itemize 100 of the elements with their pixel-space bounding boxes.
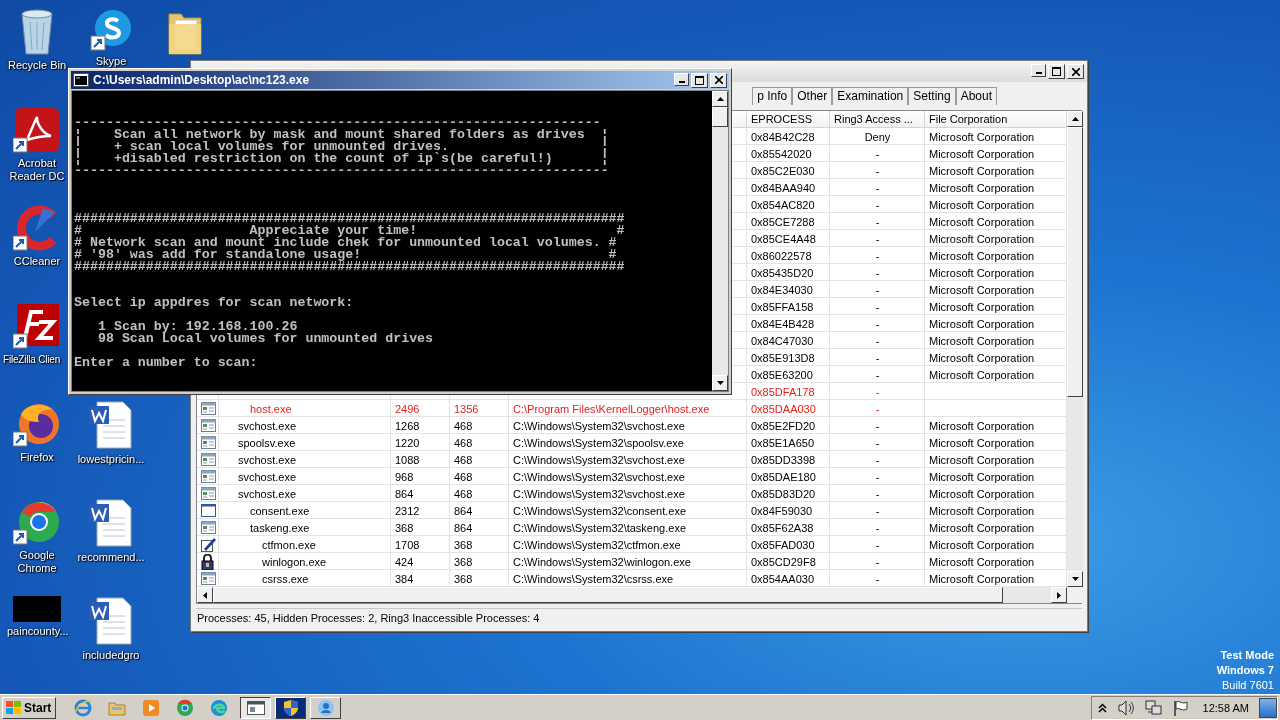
pid-cell-text: 968 [395,469,414,485]
desktop-icon-label[interactable]: Google Chrome [7,549,67,575]
process-name: svchost.exe [238,486,297,502]
desktop-icon-label[interactable]: FileZilla Clien [3,353,60,366]
flag-icon[interactable] [1172,699,1189,716]
image-path-cell-text: C:\Windows\System32\spoolsv.exe [513,435,684,451]
parent-pid-cell-text: 368 [454,554,473,570]
file-corporation-cell-text: Microsoft Corporation [929,265,1035,281]
parent-pid-cell-text: 864 [454,503,473,519]
maximize-button[interactable] [1048,64,1065,79]
tab[interactable]: p Info [752,87,793,105]
word-document-icon[interactable] [87,596,135,646]
ring3-access-cell-text: - [875,452,880,468]
tab[interactable]: About [955,87,997,105]
file-corporation-cell-text: Microsoft Corporation [929,452,1035,468]
person-task-button[interactable] [310,696,342,719]
column-header[interactable]: EPROCESS [747,111,830,128]
desktop-icon-label[interactable]: Recycle Bin [7,59,67,72]
filezilla-icon[interactable] [13,302,61,350]
desktop-icon-label[interactable]: paincounty... [7,625,67,638]
file-corporation-cell-text: Microsoft Corporation [929,469,1035,485]
process-name: host.exe [250,401,292,417]
column-header[interactable]: Ring3 Access ... [830,111,925,128]
scroll-thumb[interactable] [1067,127,1083,397]
padlock-icon [201,553,214,570]
program-window-icon [201,419,216,432]
window-task-button[interactable] [240,696,272,719]
parent-pid-cell-text: 468 [454,435,473,451]
parent-pid-cell-text: 368 [454,537,473,553]
minimize-button[interactable] [1031,64,1046,77]
minimize-button[interactable] [674,72,689,86]
image-thumbnail-icon[interactable] [13,596,61,622]
file-corporation-cell-text: Microsoft Corporation [929,129,1035,145]
caret-up-icon[interactable] [1097,702,1107,713]
maximize-icon [695,75,704,85]
eprocess-cell-text: 0x85F62A38 [751,520,814,536]
eprocess-cell-text: 0x84E4B428 [751,316,814,332]
windows-logo-icon [6,700,22,715]
tab[interactable]: Other [792,87,833,105]
close-button[interactable] [710,72,727,88]
maximize-button[interactable] [691,72,708,88]
desktop-icon-label[interactable]: lowestpricin... [77,453,145,466]
process-name: csrss.exe [262,571,309,587]
start-button[interactable]: Start [2,696,57,719]
ring3-access-cell-text: - [875,248,880,264]
desktop-icon-label[interactable]: recommend... [77,551,145,564]
word-document-icon[interactable] [87,498,135,548]
ring3-access-cell-text: - [875,350,880,366]
close-icon [1071,67,1080,76]
process-name: svchost.exe [238,469,297,485]
ring3-access-cell-text: - [875,537,880,553]
shield-icon [282,698,299,717]
show-desktop-button[interactable] [1259,697,1277,718]
process-name: consent.exe [250,503,310,519]
file-corporation-cell-text: Microsoft Corporation [929,248,1035,264]
scroll-thumb[interactable] [712,107,728,127]
console-line: ¦ + scan local volumes for unmounted drives. ¦ [74,141,610,153]
file-corporation-cell-text: Microsoft Corporation [929,282,1035,298]
console-line: Select ip appdres for scan network: [74,297,355,309]
eprocess-cell-text: 0x85FFA158 [751,299,814,315]
file-corporation-cell-text: Microsoft Corporation [929,299,1035,315]
tab[interactable]: Setting [908,87,956,105]
eprocess-cell-text: 0x85E1A650 [751,435,814,451]
vertical-scrollbar[interactable] [1067,111,1083,587]
eprocess-cell-text: 0x85DAE180 [751,469,816,485]
scroll-left-button[interactable] [197,587,213,603]
eprocess-cell-text: 0x84E34030 [751,282,813,298]
file-corporation-cell-text: Microsoft Corporation [929,435,1035,451]
scroll-right-button[interactable] [1051,587,1067,603]
file-corporation-cell-text: Microsoft Corporation [929,554,1035,570]
scroll-up-button[interactable] [1067,111,1083,127]
skype-icon[interactable] [89,8,133,52]
eprocess-cell-text: 0x85DFA178 [751,384,815,400]
clock[interactable]: 12:58 AM [1202,701,1249,714]
ring3-access-cell-text: - [875,435,880,451]
desktop-icon-label[interactable]: Acrobat Reader DC [7,157,67,183]
scroll-down-button[interactable] [1067,571,1083,587]
network-icon[interactable] [1144,699,1163,716]
chrome-icon[interactable] [176,698,195,717]
desktop-icon-label[interactable]: Skype [95,55,127,68]
desktop-icon-label[interactable]: includedgro [82,649,140,662]
pdf-icon[interactable] [13,106,61,154]
vertical-scrollbar[interactable] [712,91,728,391]
desktop-icon-label[interactable]: Firefox [20,451,54,464]
tab[interactable]: Examination [832,87,909,105]
shield-task-button[interactable] [275,696,307,719]
desktop-icon-label[interactable]: CCleaner [13,255,61,268]
parent-pid-cell-text: 468 [454,452,473,468]
word-document-icon[interactable] [87,400,135,450]
scroll-down-button[interactable] [712,375,728,391]
ring3-access-cell-text: - [875,146,880,162]
speaker-icon[interactable] [1116,699,1135,716]
scroll-up-button[interactable] [712,91,728,107]
console-line: ¦ +disabled restriction on the count of ip`s(be careful!) ¦ [74,153,610,165]
console-line: 98 Scan Local volumes for unmounted drives [96,333,435,345]
ring3-access-cell-text: Deny [864,129,891,145]
close-icon [714,76,723,84]
close-button[interactable] [1067,64,1084,79]
ring3-access-cell-text: - [875,316,880,332]
column-header[interactable]: File Corporation [925,111,1067,128]
